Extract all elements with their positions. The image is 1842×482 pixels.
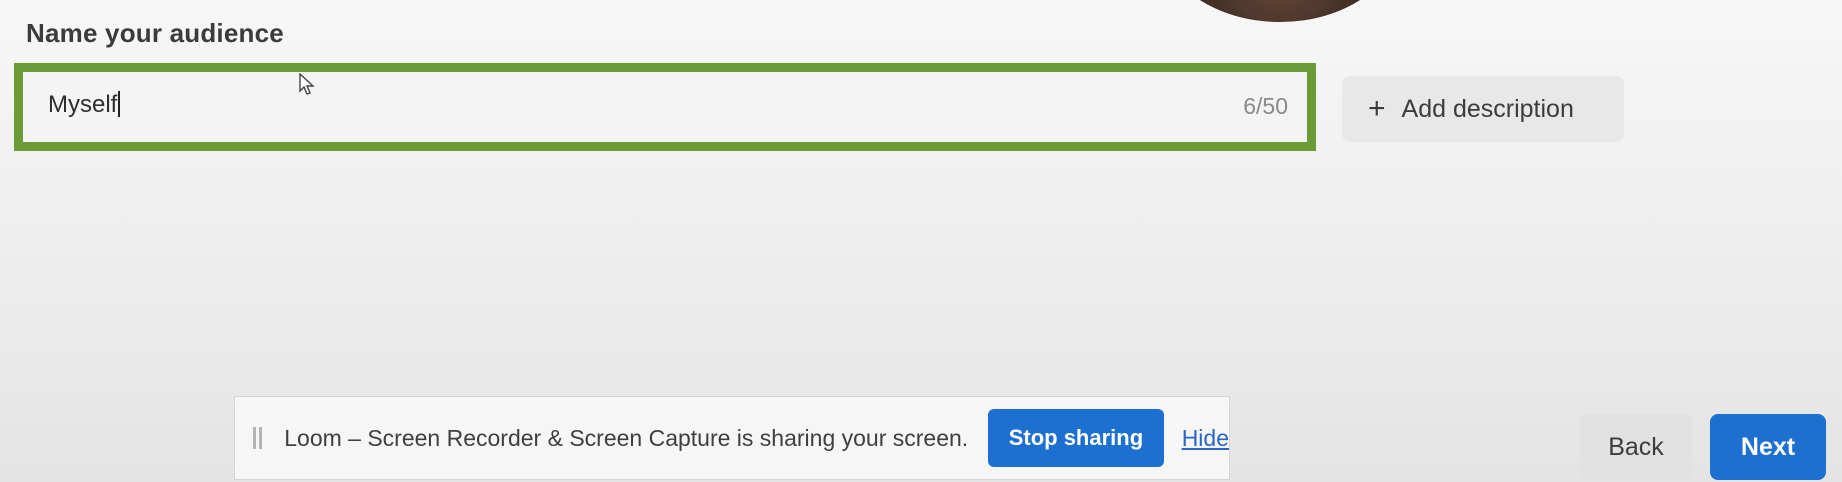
screen-sharing-bar: Loom – Screen Recorder & Screen Capture … (234, 396, 1230, 480)
webcam-bubble (1160, 0, 1400, 22)
section-heading: Name your audience (26, 18, 284, 48)
cursor-icon (299, 73, 315, 95)
add-description-button[interactable]: + Add description (1342, 76, 1624, 142)
back-button[interactable]: Back (1580, 414, 1692, 480)
add-description-label: Add description (1401, 94, 1574, 123)
character-counter: 6/50 (1243, 93, 1288, 119)
audience-name-field[interactable]: Myself 6/50 (28, 77, 1302, 137)
hide-link[interactable]: Hide (1182, 425, 1229, 452)
audience-name-value: Myself (48, 91, 118, 118)
plus-icon: + (1368, 92, 1386, 125)
stop-sharing-button[interactable]: Stop sharing (988, 409, 1164, 467)
text-caret (118, 91, 121, 117)
audience-name-input[interactable]: Myself (48, 91, 1128, 119)
drag-handle-icon[interactable] (253, 427, 263, 449)
next-button[interactable]: Next (1710, 414, 1826, 480)
sharing-message: Loom – Screen Recorder & Screen Capture … (284, 424, 969, 451)
